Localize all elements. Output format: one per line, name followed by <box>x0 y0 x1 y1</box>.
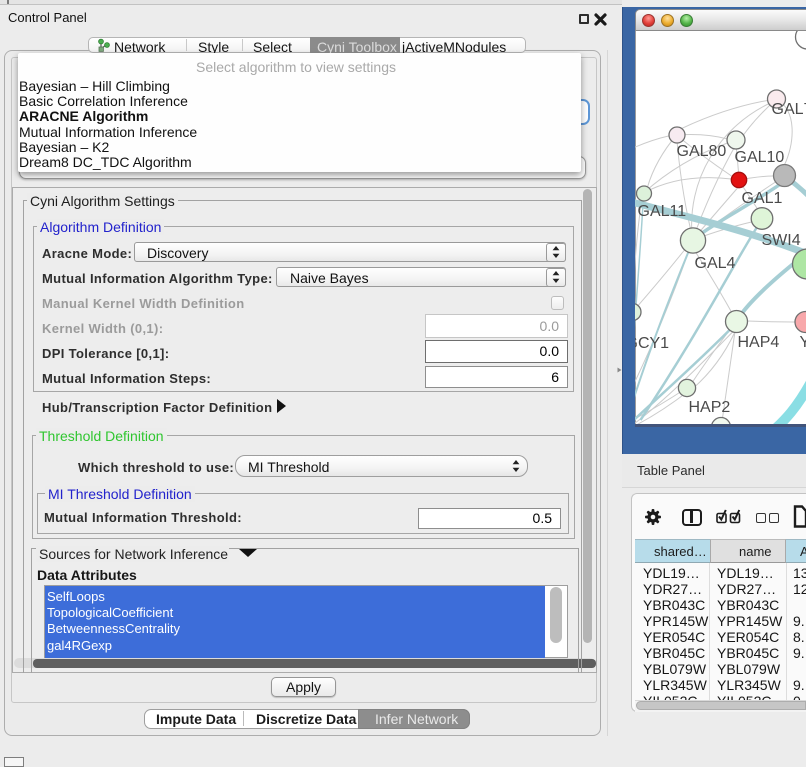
svg-text:GAL80: GAL80 <box>676 143 726 160</box>
svg-text:GAL4: GAL4 <box>694 255 735 272</box>
svg-text:GAL1: GAL1 <box>741 190 782 207</box>
svg-text:GAL10: GAL10 <box>734 149 784 166</box>
svg-text:GAL7: GAL7 <box>771 101 806 118</box>
svg-text:GCY1: GCY1 <box>635 335 669 352</box>
svg-text:HAP2: HAP2 <box>688 399 730 416</box>
svg-text:Y: Y <box>799 334 806 351</box>
svg-text:SWI4: SWI4 <box>761 232 800 249</box>
svg-text:HAP4: HAP4 <box>737 334 779 351</box>
svg-text:GAL11: GAL11 <box>637 203 686 220</box>
